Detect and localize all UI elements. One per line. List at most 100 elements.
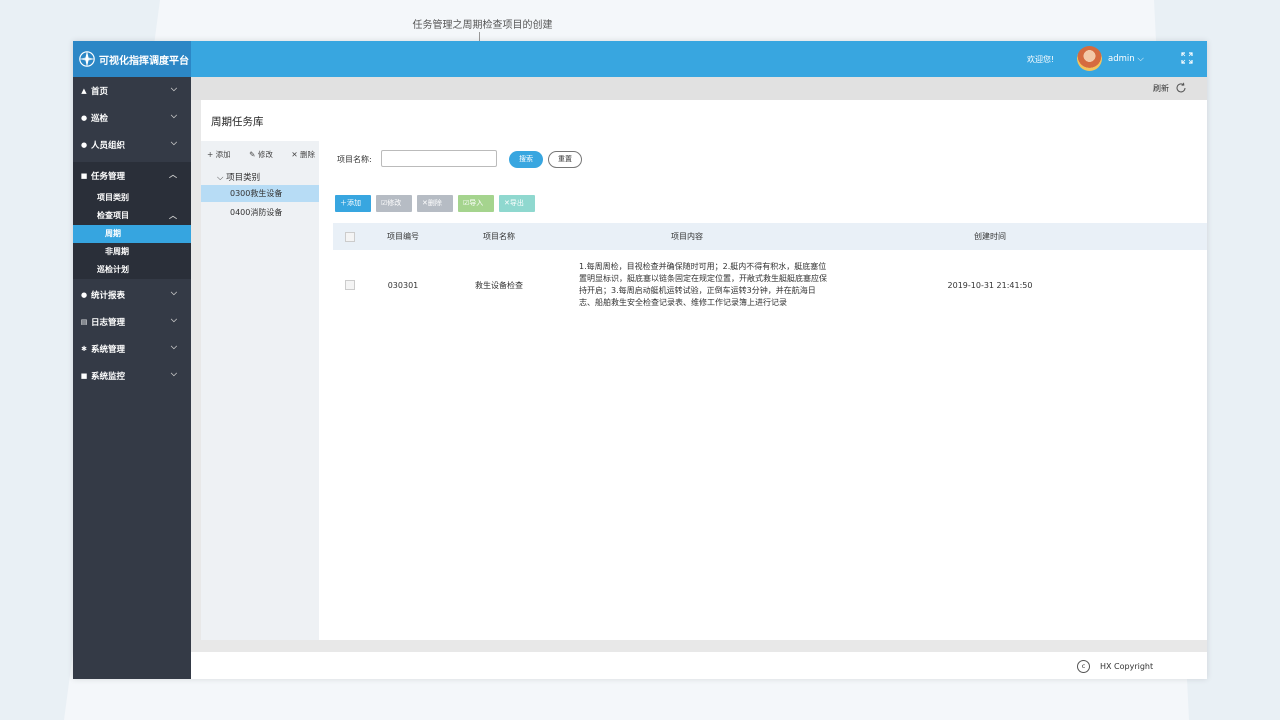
refresh-label: 刷新	[1153, 83, 1169, 93]
panel-title: 周期任务库	[211, 116, 264, 128]
content-area: 周期任务库 + 添加 ✎ 修改 ✕ 删除 ⌵ 项目类别 0300救生设备 040…	[191, 100, 1207, 652]
sidebar-item-label: 首页	[91, 86, 109, 97]
cell-code: 030301	[387, 280, 419, 290]
chevron-up-icon: ︿	[169, 170, 177, 179]
sidebar-item-label: 人员组织	[91, 140, 126, 151]
copyright: c HX Copyright	[1077, 660, 1153, 673]
copyright-text: HX Copyright	[1100, 662, 1154, 671]
pencil-icon: ✎	[249, 150, 258, 159]
sidebar-subitem-project-category[interactable]: 项目类别	[73, 189, 191, 207]
sidebar-item-home[interactable]: ▲ 首页 ⌵	[73, 77, 191, 104]
search-label: 项目名称:	[337, 155, 372, 164]
chevron-down-icon: ⌵	[170, 369, 177, 378]
table-header: 项目编号 项目名称 项目内容 创建时间	[333, 223, 1207, 250]
plus-icon: ＋	[340, 199, 347, 207]
sidebar-item-system[interactable]: ✱ 系统管理 ⌵	[73, 335, 191, 362]
add-label: 添加	[347, 199, 361, 207]
sidebar-item-label: 统计报表	[91, 290, 126, 301]
chevron-down-icon: ⌵	[170, 138, 177, 147]
chevron-down-icon: ⌵	[170, 84, 177, 93]
tree-root-label: 项目类别	[226, 173, 261, 183]
export-button[interactable]: ✕导出	[499, 195, 535, 212]
camera-icon: ■	[80, 371, 88, 380]
gear-icon: ✱	[81, 344, 87, 353]
chevron-down-icon: ⌵	[170, 288, 177, 297]
edit-label: 修改	[387, 199, 402, 207]
add-button[interactable]: ＋添加	[335, 195, 371, 212]
sidebar-item-label: 检查项目	[97, 211, 129, 220]
home-icon: ▲	[81, 86, 87, 95]
sidebar-subitem-nonperiodic[interactable]: 非周期	[73, 243, 191, 261]
export-label: 导出	[509, 199, 524, 207]
grid-icon: ■	[80, 171, 88, 180]
sidebar-subitem-check-items[interactable]: 检查项目 ︿	[73, 207, 191, 225]
header-code: 项目编号	[387, 232, 419, 241]
compass-logo-icon	[78, 50, 96, 68]
sidebar-item-monitor[interactable]: ■ 系统监控 ⌵	[73, 362, 191, 389]
sidebar-item-task-management[interactable]: ■ 任务管理 ︿	[73, 162, 191, 189]
chevron-down-icon: ⌵	[170, 111, 177, 120]
app-title: 可视化指挥调度平台	[99, 55, 189, 67]
sidebar-item-label: 任务管理	[91, 171, 126, 182]
sidebar-item-inspection[interactable]: ● 巡检 ⌵	[73, 104, 191, 131]
welcome-text: 欢迎您!	[1027, 55, 1055, 64]
items-table: 项目编号 项目名称 项目内容 创建时间 030301 救生设备检查 1.每周周检…	[333, 223, 1207, 320]
tree-edit-button[interactable]: ✎ 修改	[249, 149, 273, 160]
tree-node-lifesaving[interactable]: 0300救生设备	[201, 185, 319, 202]
reset-button[interactable]: 重置	[548, 151, 582, 168]
edit-button[interactable]: ☑修改	[376, 195, 412, 212]
import-label: 导入	[469, 199, 484, 207]
refresh-icon	[1176, 82, 1186, 93]
sidebar-subitem-periodic[interactable]: 周期	[73, 225, 191, 243]
delete-button[interactable]: ✕删除	[417, 195, 453, 212]
main-panel: 周期任务库 + 添加 ✎ 修改 ✕ 删除 ⌵ 项目类别 0300救生设备 040…	[201, 100, 1207, 640]
sidebar-subitem-inspection-plan[interactable]: 巡检计划	[73, 261, 191, 279]
sidebar: 可视化指挥调度平台 ▲ 首页 ⌵ ● 巡检 ⌵ ● 人员组织 ⌵ ■ 任务管理 …	[73, 41, 191, 679]
header-time: 创建时间	[974, 232, 1006, 241]
search-button[interactable]: 搜索	[509, 151, 543, 168]
chevron-down-icon: ⌵	[217, 173, 227, 183]
tree-delete-label: 删除	[299, 150, 315, 159]
tree-node-firefighting[interactable]: 0400消防设备	[201, 204, 319, 221]
close-icon: ✕	[291, 150, 300, 159]
avatar[interactable]	[1077, 46, 1102, 71]
app-logo[interactable]: 可视化指挥调度平台	[73, 41, 191, 77]
fullscreen-icon[interactable]	[1181, 52, 1193, 64]
sidebar-item-label: 日志管理	[91, 317, 126, 328]
chevron-down-icon: ⌵	[170, 315, 177, 324]
tab-bar: 刷新	[191, 77, 1207, 100]
copyright-icon: c	[1077, 660, 1090, 673]
tree-add-button[interactable]: + 添加	[207, 149, 231, 160]
doc-icon: ▤	[80, 317, 88, 326]
select-all-checkbox[interactable]	[345, 231, 355, 242]
user-icon: ●	[80, 140, 88, 149]
user-menu[interactable]: admin ⌵	[1108, 54, 1144, 64]
import-button[interactable]: ☑导入	[458, 195, 494, 212]
delete-label: 删除	[427, 199, 442, 207]
cell-name: 救生设备检查	[475, 280, 523, 290]
refresh-button[interactable]: 刷新	[1153, 82, 1187, 94]
chevron-down-icon: ⌵	[1137, 54, 1144, 64]
tree-delete-button[interactable]: ✕ 删除	[291, 149, 315, 160]
sidebar-item-label: 系统管理	[91, 344, 126, 355]
header-name: 项目名称	[483, 232, 515, 241]
username: admin	[1108, 54, 1135, 64]
sidebar-item-logs[interactable]: ▤ 日志管理 ⌵	[73, 308, 191, 335]
user-icon: ●	[80, 290, 88, 299]
sidebar-item-label: 巡检	[91, 113, 109, 124]
sidebar-item-personnel[interactable]: ● 人员组织 ⌵	[73, 131, 191, 158]
chevron-up-icon: ︿	[169, 211, 177, 220]
page-caption: 任务管理之周期检查项目的创建	[412, 20, 553, 31]
tree-root[interactable]: ⌵ 项目类别	[217, 171, 260, 183]
row-checkbox[interactable]	[345, 280, 355, 290]
tree-edit-label: 修改	[257, 150, 273, 159]
cell-time: 2019-10-31 21:41:50	[947, 280, 1033, 290]
user-icon: ●	[80, 113, 88, 122]
footer: c HX Copyright	[191, 652, 1207, 679]
header-content: 项目内容	[671, 231, 703, 241]
sidebar-item-statistics[interactable]: ● 统计报表 ⌵	[73, 281, 191, 308]
table-row[interactable]: 030301 救生设备检查 1.每周周检，目视检查并确保随时可用；2.艇内不得有…	[333, 250, 1207, 320]
category-tree: + 添加 ✎ 修改 ✕ 删除 ⌵ 项目类别 0300救生设备 0400消防设备	[201, 141, 319, 640]
search-input[interactable]	[381, 150, 497, 167]
task-management-group: ■ 任务管理 ︿ 项目类别 检查项目 ︿ 周期 非周期 巡检计划	[73, 162, 191, 279]
